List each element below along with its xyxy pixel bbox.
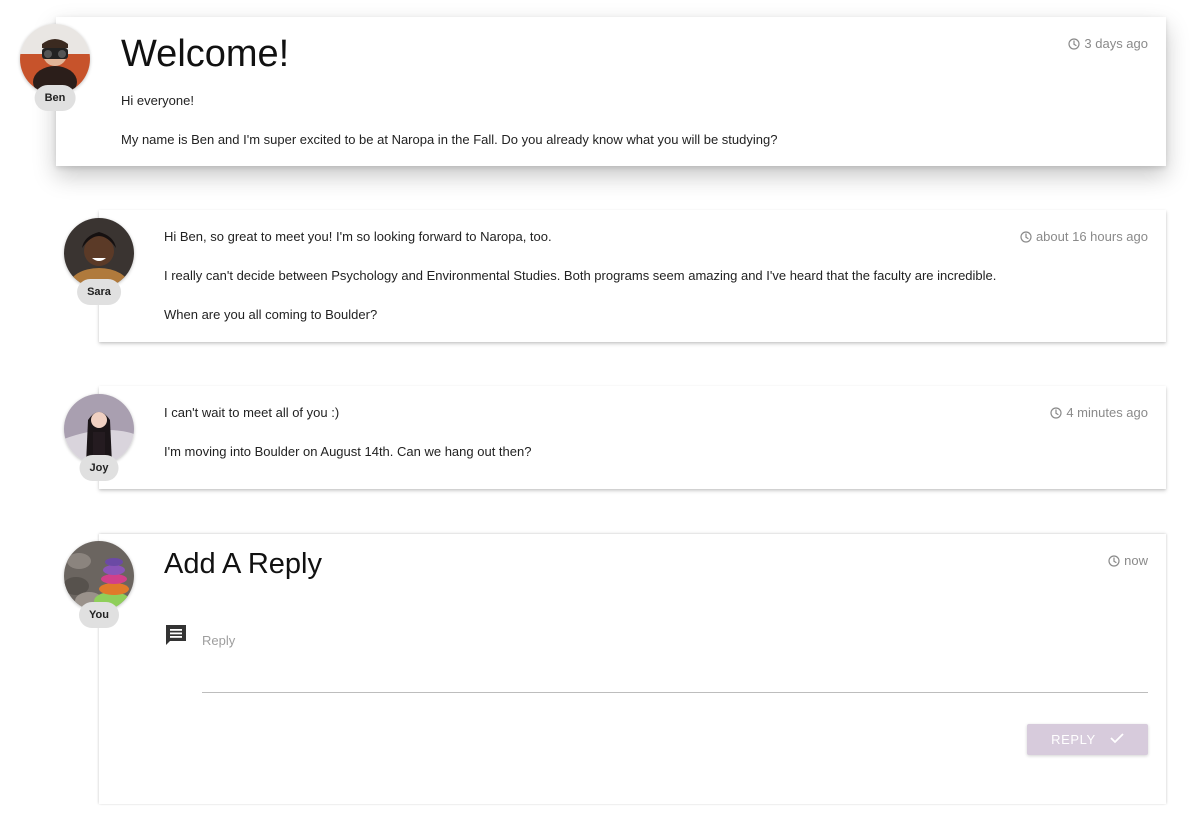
reply-card-sara: about 16 hours ago Hi Ben, so great to m… — [99, 210, 1166, 342]
timestamp-text: now — [1124, 553, 1148, 568]
author-name-badge: You — [79, 602, 119, 628]
clock-icon — [1108, 554, 1120, 567]
timestamp-text: 4 minutes ago — [1066, 405, 1148, 420]
avatar-image — [20, 24, 90, 94]
post-line: Hi everyone! — [121, 93, 194, 108]
reply-line: I'm moving into Boulder on August 14th. … — [164, 444, 532, 459]
author-name-badge: Sara — [77, 279, 121, 305]
post-title: Welcome! — [121, 33, 290, 75]
reply-form-timestamp: now — [1108, 553, 1148, 568]
reply-card-joy: 4 minutes ago I can't wait to meet all o… — [99, 386, 1166, 489]
avatar-image — [64, 218, 134, 288]
reply-input[interactable] — [202, 633, 1148, 648]
reply-timestamp: 4 minutes ago — [1050, 405, 1148, 420]
author-name-badge: Ben — [34, 85, 76, 111]
reply-line: I really can't decide between Psychology… — [164, 268, 997, 283]
chat-bubble-icon — [164, 623, 188, 652]
clock-icon — [1068, 37, 1080, 50]
post-line: My name is Ben and I'm super excited to … — [121, 132, 778, 147]
timestamp-text: 3 days ago — [1084, 36, 1148, 51]
reply-form-title: Add A Reply — [164, 548, 322, 580]
post-timestamp: 3 days ago — [1068, 36, 1148, 51]
avatar-sara[interactable]: Sara — [64, 218, 134, 318]
avatar-you[interactable]: You — [64, 541, 134, 641]
clock-icon — [1020, 230, 1032, 243]
reply-line: When are you all coming to Boulder? — [164, 307, 378, 322]
avatar-ben[interactable]: Ben — [20, 24, 90, 124]
checkmark-icon — [1110, 732, 1124, 747]
reply-button-label: REPLY — [1051, 732, 1096, 747]
avatar-image — [64, 394, 134, 464]
timestamp-text: about 16 hours ago — [1035, 229, 1148, 244]
comment-thread: 3 days ago Welcome! Hi everyone! My name… — [0, 0, 1200, 818]
avatar-joy[interactable]: Joy — [64, 394, 134, 494]
post-card-ben: 3 days ago Welcome! Hi everyone! My name… — [56, 17, 1166, 166]
reply-timestamp: about 16 hours ago — [1020, 229, 1148, 244]
avatar-image — [64, 541, 134, 611]
reply-field — [202, 624, 1148, 693]
reply-submit-button[interactable]: REPLY — [1027, 724, 1148, 755]
author-name-badge: Joy — [79, 455, 119, 481]
reply-form-card: now Add A Reply REPLY — [99, 534, 1166, 804]
reply-line: I can't wait to meet all of you :) — [164, 405, 340, 420]
reply-line: Hi Ben, so great to meet you! I'm so loo… — [164, 229, 552, 244]
clock-icon — [1050, 406, 1062, 419]
